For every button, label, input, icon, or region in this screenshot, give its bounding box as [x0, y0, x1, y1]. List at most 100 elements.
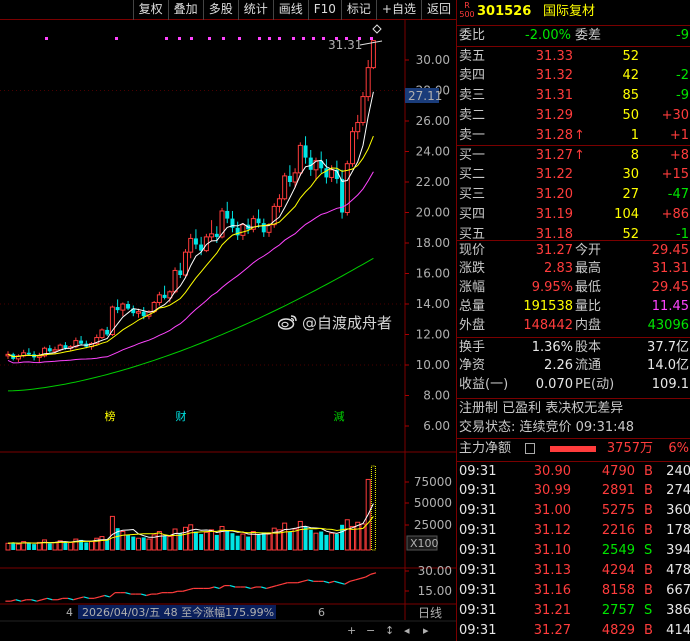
chart-control-icon[interactable]: ↕ [385, 624, 394, 637]
indicator-segment [182, 589, 189, 592]
ask-row: 卖五 31.33 52 [457, 46, 690, 66]
tick-count: 360 [666, 503, 690, 518]
tick-side: B [644, 583, 653, 598]
stock-name: 国际复材 [543, 4, 596, 19]
indicator-segment [245, 586, 251, 589]
stat-label: 总量 [459, 299, 486, 314]
tick-row: 09:31 31.16 8158 B 667 [457, 581, 690, 601]
stat-label: PE(动) [575, 377, 615, 392]
volume-bar [120, 531, 126, 551]
stat-row: 现价 31.27 今开 29.45 [457, 240, 690, 260]
indicator-segment [20, 599, 27, 602]
toolbar-button-3[interactable]: 统计 [237, 0, 273, 20]
indicator-segment [219, 585, 225, 589]
list-icon[interactable] [525, 443, 535, 454]
tick-price: 31.00 [533, 503, 571, 518]
stat-row: 涨跌 2.83 最高 31.31 [457, 259, 690, 279]
candle-body [156, 294, 162, 303]
volume-bar [52, 541, 58, 551]
bid-label: 买四 [459, 207, 486, 222]
y-tick-label: 20.00 [416, 206, 450, 220]
volume-bar [193, 531, 198, 550]
signal-dot [292, 37, 295, 40]
chart-control-icon[interactable]: ▸ [423, 624, 429, 637]
toolbar-button-6[interactable]: 标记 [340, 0, 376, 20]
signal-dot [165, 37, 168, 40]
stat-label: 涨幅 [459, 280, 486, 295]
signal-dot [45, 37, 48, 40]
toolbar-button-5[interactable]: F10 [307, 0, 341, 20]
candle-body [193, 238, 198, 245]
weibo-logo-icon [278, 315, 297, 330]
candle-body [47, 348, 52, 352]
stat-row: 净资 2.26 流通 14.0亿 [457, 356, 690, 376]
indicator-segment [365, 573, 372, 578]
toolbar-button-8[interactable]: 返回 [420, 0, 456, 20]
tick-row: 09:31 31.13 4294 B 478 [457, 561, 690, 581]
tick-count: 394 [666, 543, 690, 558]
stat-value: 1.36% [531, 340, 573, 355]
indicator-segment [47, 597, 53, 601]
volume-bar [11, 542, 16, 550]
ask-row: 卖三 31.31 85 -9 [457, 86, 690, 106]
tick-row: 09:31 30.99 2891 B 274 [457, 481, 690, 501]
candle-body [115, 307, 120, 311]
indicator-segment [93, 596, 100, 599]
y-tick-label: 14.00 [416, 297, 450, 311]
tick-time: 09:31 [459, 483, 497, 498]
indicator-segment [15, 599, 22, 602]
tick-time: 09:31 [459, 503, 497, 518]
bottom-right-number: 6 [318, 606, 325, 619]
volume-bar [297, 520, 303, 551]
chart-control-icon[interactable]: ◂ [404, 624, 410, 637]
toolbar-button-7[interactable]: +自选 [375, 0, 421, 20]
indicator-segment [266, 586, 272, 589]
tick-side: B [644, 563, 653, 578]
stat-label: 今开 [575, 243, 602, 258]
badge-num: 500 [459, 10, 475, 19]
weicha-label: 委差 [575, 28, 602, 43]
tick-count: 386 [666, 603, 690, 618]
indicator-tick-label: 15.00 [418, 584, 452, 598]
candle-body [365, 67, 371, 98]
bid-row: 买一 31.27 ↑ 8 +8 [457, 145, 690, 165]
y-tick-label: 16.00 [416, 267, 450, 281]
indicator-segment [281, 582, 288, 585]
net-flow-row: 主力净额 3757万 6% [457, 438, 690, 458]
signal-dot [190, 37, 193, 40]
toolbar-button-2[interactable]: 多股 [202, 0, 238, 20]
bid-label: 买三 [459, 187, 486, 202]
ask-volume: 85 [622, 88, 639, 103]
toolbar-button-0[interactable]: 复权 [132, 0, 168, 20]
tick-time: 09:31 [459, 543, 497, 558]
stat-value: 2.83 [544, 261, 573, 276]
indicator-segment [99, 594, 105, 598]
candle-body [256, 218, 261, 224]
indicator-segment [302, 579, 309, 582]
chart-control-icon[interactable]: + [347, 624, 356, 637]
note-row: 注册制 已盈利 表决权无差异 [457, 398, 690, 418]
tick-price: 30.90 [533, 464, 571, 479]
ask-row: 卖四 31.32 42 -2 [457, 66, 690, 86]
bid-volume: 8 [630, 148, 639, 163]
ask-label: 卖三 [459, 88, 486, 103]
volume-bar [350, 525, 356, 551]
indicator-segment [172, 590, 178, 594]
volume-bar [89, 541, 95, 551]
chart-control-icon[interactable]: − [366, 624, 375, 637]
toolbar-button-1[interactable]: 叠加 [167, 0, 203, 20]
event-marker: 榜 [105, 409, 116, 423]
stat-row: 总量 191538 量比 11.45 [457, 297, 690, 317]
ask-price: 31.31 [535, 88, 573, 103]
volume-bar [15, 543, 21, 551]
weibi-row: 委比 -2.00% 委差 -9 [457, 25, 690, 45]
tick-side: B [644, 503, 653, 518]
y-tick-label: 18.00 [416, 236, 450, 250]
indicator-segment [41, 597, 48, 601]
candle-body [360, 96, 366, 124]
indicator-segment [328, 580, 335, 584]
stat-value: 0.070 [535, 377, 573, 392]
tick-volume: 2216 [601, 523, 635, 538]
toolbar-button-4[interactable]: 画线 [272, 0, 308, 20]
volume-bar [99, 536, 105, 551]
